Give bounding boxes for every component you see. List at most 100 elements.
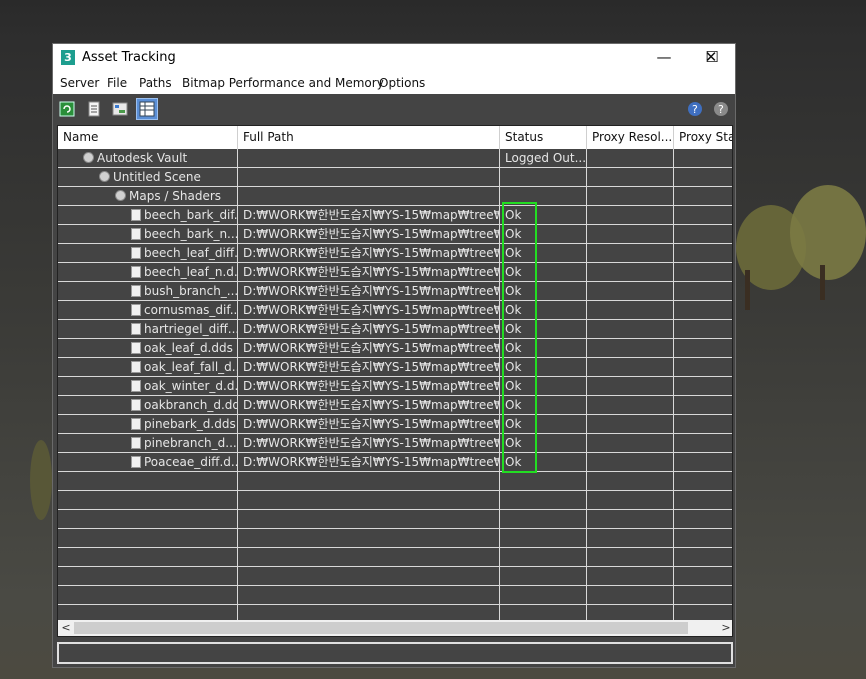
empty-cell: [587, 586, 674, 605]
table-row[interactable]: Maps / Shaders: [58, 187, 732, 206]
table-view-icon[interactable]: [136, 98, 158, 120]
column-header-proxy-resolution[interactable]: Proxy Resol...: [587, 126, 674, 149]
path-cell: D:₩WORK₩한반도습지₩YS-15₩map₩tree₩: [238, 225, 500, 244]
menu-bitmap-performance[interactable]: Bitmap Performance and Memory: [182, 76, 384, 90]
proxy-status-cell: [674, 301, 732, 320]
scrollbar-thumb[interactable]: [74, 622, 688, 634]
empty-cell: [500, 510, 587, 529]
name-text: oak_leaf_fall_d....: [144, 360, 238, 374]
table-row[interactable]: pinebranch_d.... D:₩WORK₩한반도습지₩YS-15₩map₩…: [58, 434, 732, 453]
refresh-icon[interactable]: [58, 100, 76, 118]
help-icon[interactable]: ?: [686, 100, 704, 118]
column-header-proxy-status[interactable]: Proxy Stat: [674, 126, 732, 149]
scroll-left-arrow[interactable]: <: [58, 620, 74, 636]
proxy-resolution-cell: [587, 434, 674, 453]
empty-cell: [674, 548, 732, 567]
name-cell: beech_bark_dif...: [58, 206, 238, 225]
table-row[interactable]: Poaceae_diff.d... D:₩WORK₩한반도습지₩YS-15₩map…: [58, 453, 732, 472]
empty-cell: [587, 491, 674, 510]
name-cell: oak_winter_d.d...: [58, 377, 238, 396]
horizontal-scrollbar[interactable]: < >: [58, 620, 732, 636]
table-row[interactable]: Untitled Scene: [58, 168, 732, 187]
help-alt-icon[interactable]: ?: [712, 100, 730, 118]
menu-paths[interactable]: Paths: [139, 76, 172, 90]
proxy-resolution-cell: [587, 263, 674, 282]
empty-cell: [58, 529, 238, 548]
close-button[interactable]: ✕: [688, 44, 734, 72]
scroll-right-arrow[interactable]: >: [718, 620, 732, 636]
bitmap-file-icon: [131, 341, 141, 354]
status-cell: Ok: [500, 377, 587, 396]
bitmap-file-icon: [131, 227, 141, 240]
path-cell: D:₩WORK₩한반도습지₩YS-15₩map₩tree₩: [238, 358, 500, 377]
table-row[interactable]: Autodesk Vault Logged Out...: [58, 149, 732, 168]
table-row[interactable]: oak_winter_d.d... D:₩WORK₩한반도습지₩YS-15₩map…: [58, 377, 732, 396]
column-header-name[interactable]: Name: [58, 126, 238, 149]
proxy-resolution-cell: [587, 244, 674, 263]
table-row[interactable]: hartriegel_diff.... D:₩WORK₩한반도습지₩YS-15₩m…: [58, 320, 732, 339]
menu-options[interactable]: Options: [379, 76, 425, 90]
name-text: beech_bark_dif...: [144, 208, 238, 222]
name-cell: Autodesk Vault: [58, 149, 238, 168]
proxy-status-cell: [674, 244, 732, 263]
name-text: Untitled Scene: [113, 170, 201, 184]
minimize-button[interactable]: —: [641, 44, 687, 73]
proxy-resolution-cell: [587, 187, 674, 206]
bitmap-file-icon: [131, 265, 141, 278]
status-cell: Ok: [500, 206, 587, 225]
empty-cell: [674, 529, 732, 548]
path-cell: D:₩WORK₩한반도습지₩YS-15₩map₩tree₩: [238, 301, 500, 320]
empty-cell: [58, 586, 238, 605]
bitmap-file-icon: [131, 246, 141, 259]
proxy-status-cell: [674, 396, 732, 415]
name-cell: oak_leaf_d.dds: [58, 339, 238, 358]
vault-icon: [83, 152, 94, 163]
status-cell: Ok: [500, 282, 587, 301]
list-icon[interactable]: [85, 100, 103, 118]
path-cell: D:₩WORK₩한반도습지₩YS-15₩map₩tree₩: [238, 434, 500, 453]
proxy-status-cell: [674, 168, 732, 187]
table-row[interactable]: beech_bark_n.... D:₩WORK₩한반도습지₩YS-15₩map₩…: [58, 225, 732, 244]
maps-icon: [115, 190, 126, 201]
name-text: Maps / Shaders: [129, 189, 222, 203]
empty-cell: [674, 472, 732, 491]
menu-file[interactable]: File: [107, 76, 127, 90]
menu-server[interactable]: Server: [60, 76, 99, 90]
empty-cell: [500, 586, 587, 605]
table-row[interactable]: beech_leaf_diff... D:₩WORK₩한반도습지₩YS-15₩ma…: [58, 244, 732, 263]
name-text: oak_winter_d.d...: [144, 379, 238, 393]
proxy-status-cell: [674, 187, 732, 206]
empty-cell: [500, 567, 587, 586]
path-cell: D:₩WORK₩한반도습지₩YS-15₩map₩tree₩: [238, 339, 500, 358]
status-cell: Ok: [500, 225, 587, 244]
tree-view-icon[interactable]: [111, 100, 129, 118]
proxy-resolution-cell: [587, 206, 674, 225]
column-header-full-path[interactable]: Full Path: [238, 126, 500, 149]
column-header-status[interactable]: Status: [500, 126, 587, 149]
table-row[interactable]: beech_bark_dif... D:₩WORK₩한반도습지₩YS-15₩map…: [58, 206, 732, 225]
path-cell: D:₩WORK₩한반도습지₩YS-15₩map₩tree₩: [238, 263, 500, 282]
name-text: Poaceae_diff.d...: [144, 455, 238, 469]
empty-cell: [674, 510, 732, 529]
table-row[interactable]: oak_leaf_fall_d.... D:₩WORK₩한반도습지₩YS-15₩m…: [58, 358, 732, 377]
menu-bar: Server File Paths Bitmap Performance and…: [53, 73, 735, 94]
proxy-status-cell: [674, 339, 732, 358]
path-cell: D:₩WORK₩한반도습지₩YS-15₩map₩tree₩: [238, 377, 500, 396]
table-row[interactable]: cornusmas_dif... D:₩WORK₩한반도습지₩YS-15₩map₩…: [58, 301, 732, 320]
empty-table-row: [58, 548, 732, 567]
proxy-status-cell: [674, 415, 732, 434]
table-row[interactable]: beech_leaf_n.d... D:₩WORK₩한반도습지₩YS-15₩map…: [58, 263, 732, 282]
empty-cell: [500, 529, 587, 548]
table-row[interactable]: pinebark_d.dds D:₩WORK₩한반도습지₩YS-15₩map₩tr…: [58, 415, 732, 434]
table-row[interactable]: oak_leaf_d.dds D:₩WORK₩한반도습지₩YS-15₩map₩tr…: [58, 339, 732, 358]
empty-cell: [58, 491, 238, 510]
path-cell: D:₩WORK₩한반도습지₩YS-15₩map₩tree₩: [238, 396, 500, 415]
status-cell: [500, 187, 587, 206]
empty-cell: [238, 491, 500, 510]
title-bar[interactable]: 3 Asset Tracking — ☐: [53, 44, 735, 73]
proxy-resolution-cell: [587, 358, 674, 377]
path-cell: D:₩WORK₩한반도습지₩YS-15₩map₩tree₩: [238, 415, 500, 434]
table-row[interactable]: bush_branch_... D:₩WORK₩한반도습지₩YS-15₩map₩t…: [58, 282, 732, 301]
empty-cell: [587, 567, 674, 586]
table-row[interactable]: oakbranch_d.dd...D:₩WORK₩한반도습지₩YS-15₩map…: [58, 396, 732, 415]
